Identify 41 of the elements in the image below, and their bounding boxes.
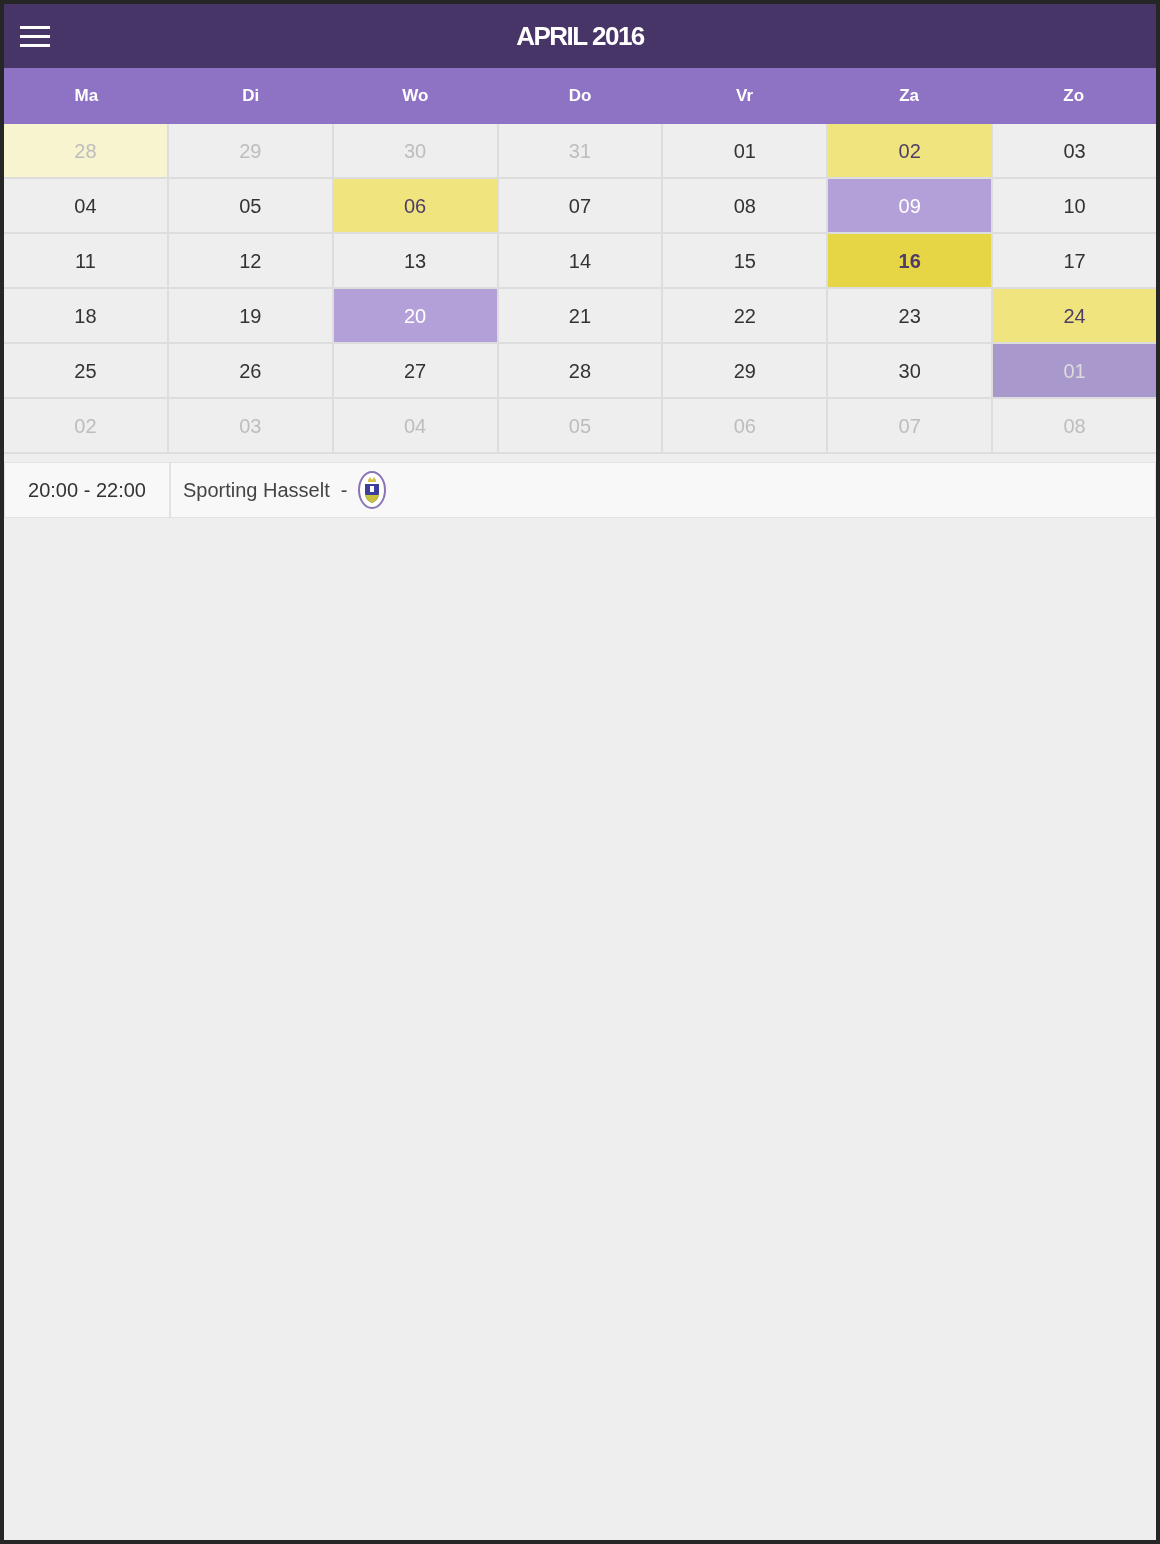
day-cell[interactable]: 11 — [4, 234, 167, 287]
event-row[interactable]: 20:00 - 22:00 Sporting Hasselt - — [4, 462, 1156, 518]
day-cell[interactable]: 07 — [498, 179, 662, 232]
day-cell[interactable]: 22 — [663, 289, 827, 342]
day-cell[interactable]: 24 — [993, 289, 1156, 342]
day-cell[interactable]: 13 — [333, 234, 497, 287]
day-cell[interactable]: 03 — [993, 124, 1156, 177]
day-cell[interactable]: 28 — [498, 344, 662, 397]
day-cell[interactable]: 27 — [333, 344, 497, 397]
day-cell[interactable]: 15 — [663, 234, 827, 287]
weekday-label: Zo — [1063, 85, 1085, 108]
weekday-label: Di — [242, 85, 260, 108]
day-cell[interactable]: 18 — [4, 289, 167, 342]
day-cell[interactable]: 12 — [168, 234, 332, 287]
day-cell[interactable]: 30 — [828, 344, 992, 397]
day-cell[interactable]: 04 — [4, 179, 167, 232]
event-time: 20:00 - 22:00 — [5, 463, 171, 517]
weekday-label: Wo — [402, 85, 429, 108]
crest-icon — [357, 471, 386, 509]
weekday-label: Do — [568, 85, 592, 108]
weekday-label: Za — [899, 85, 920, 108]
day-cell[interactable]: 10 — [993, 179, 1156, 232]
day-cell[interactable]: 21 — [498, 289, 662, 342]
day-cell[interactable]: 06 — [333, 179, 497, 232]
day-cell[interactable]: 17 — [993, 234, 1156, 287]
weekday-label: Vr — [736, 85, 754, 108]
day-cell[interactable]: 02 — [828, 124, 992, 177]
day-cell[interactable]: 26 — [168, 344, 332, 397]
day-cell[interactable]: 08 — [663, 179, 827, 232]
day-cell[interactable]: 01 — [663, 124, 827, 177]
day-cell[interactable]: 16 — [828, 234, 992, 287]
day-cell[interactable]: 05 — [168, 179, 332, 232]
day-cell[interactable]: 29 — [663, 344, 827, 397]
month-title: APRIL 2016 — [516, 23, 644, 49]
day-cell[interactable]: 19 — [168, 289, 332, 342]
menu-icon — [20, 25, 50, 47]
event-title: Sporting Hasselt - — [183, 478, 348, 503]
day-cell[interactable]: 14 — [498, 234, 662, 287]
day-cell[interactable]: 23 — [828, 289, 992, 342]
day-cell[interactable]: 25 — [4, 344, 167, 397]
weekday-label: Ma — [74, 85, 99, 108]
